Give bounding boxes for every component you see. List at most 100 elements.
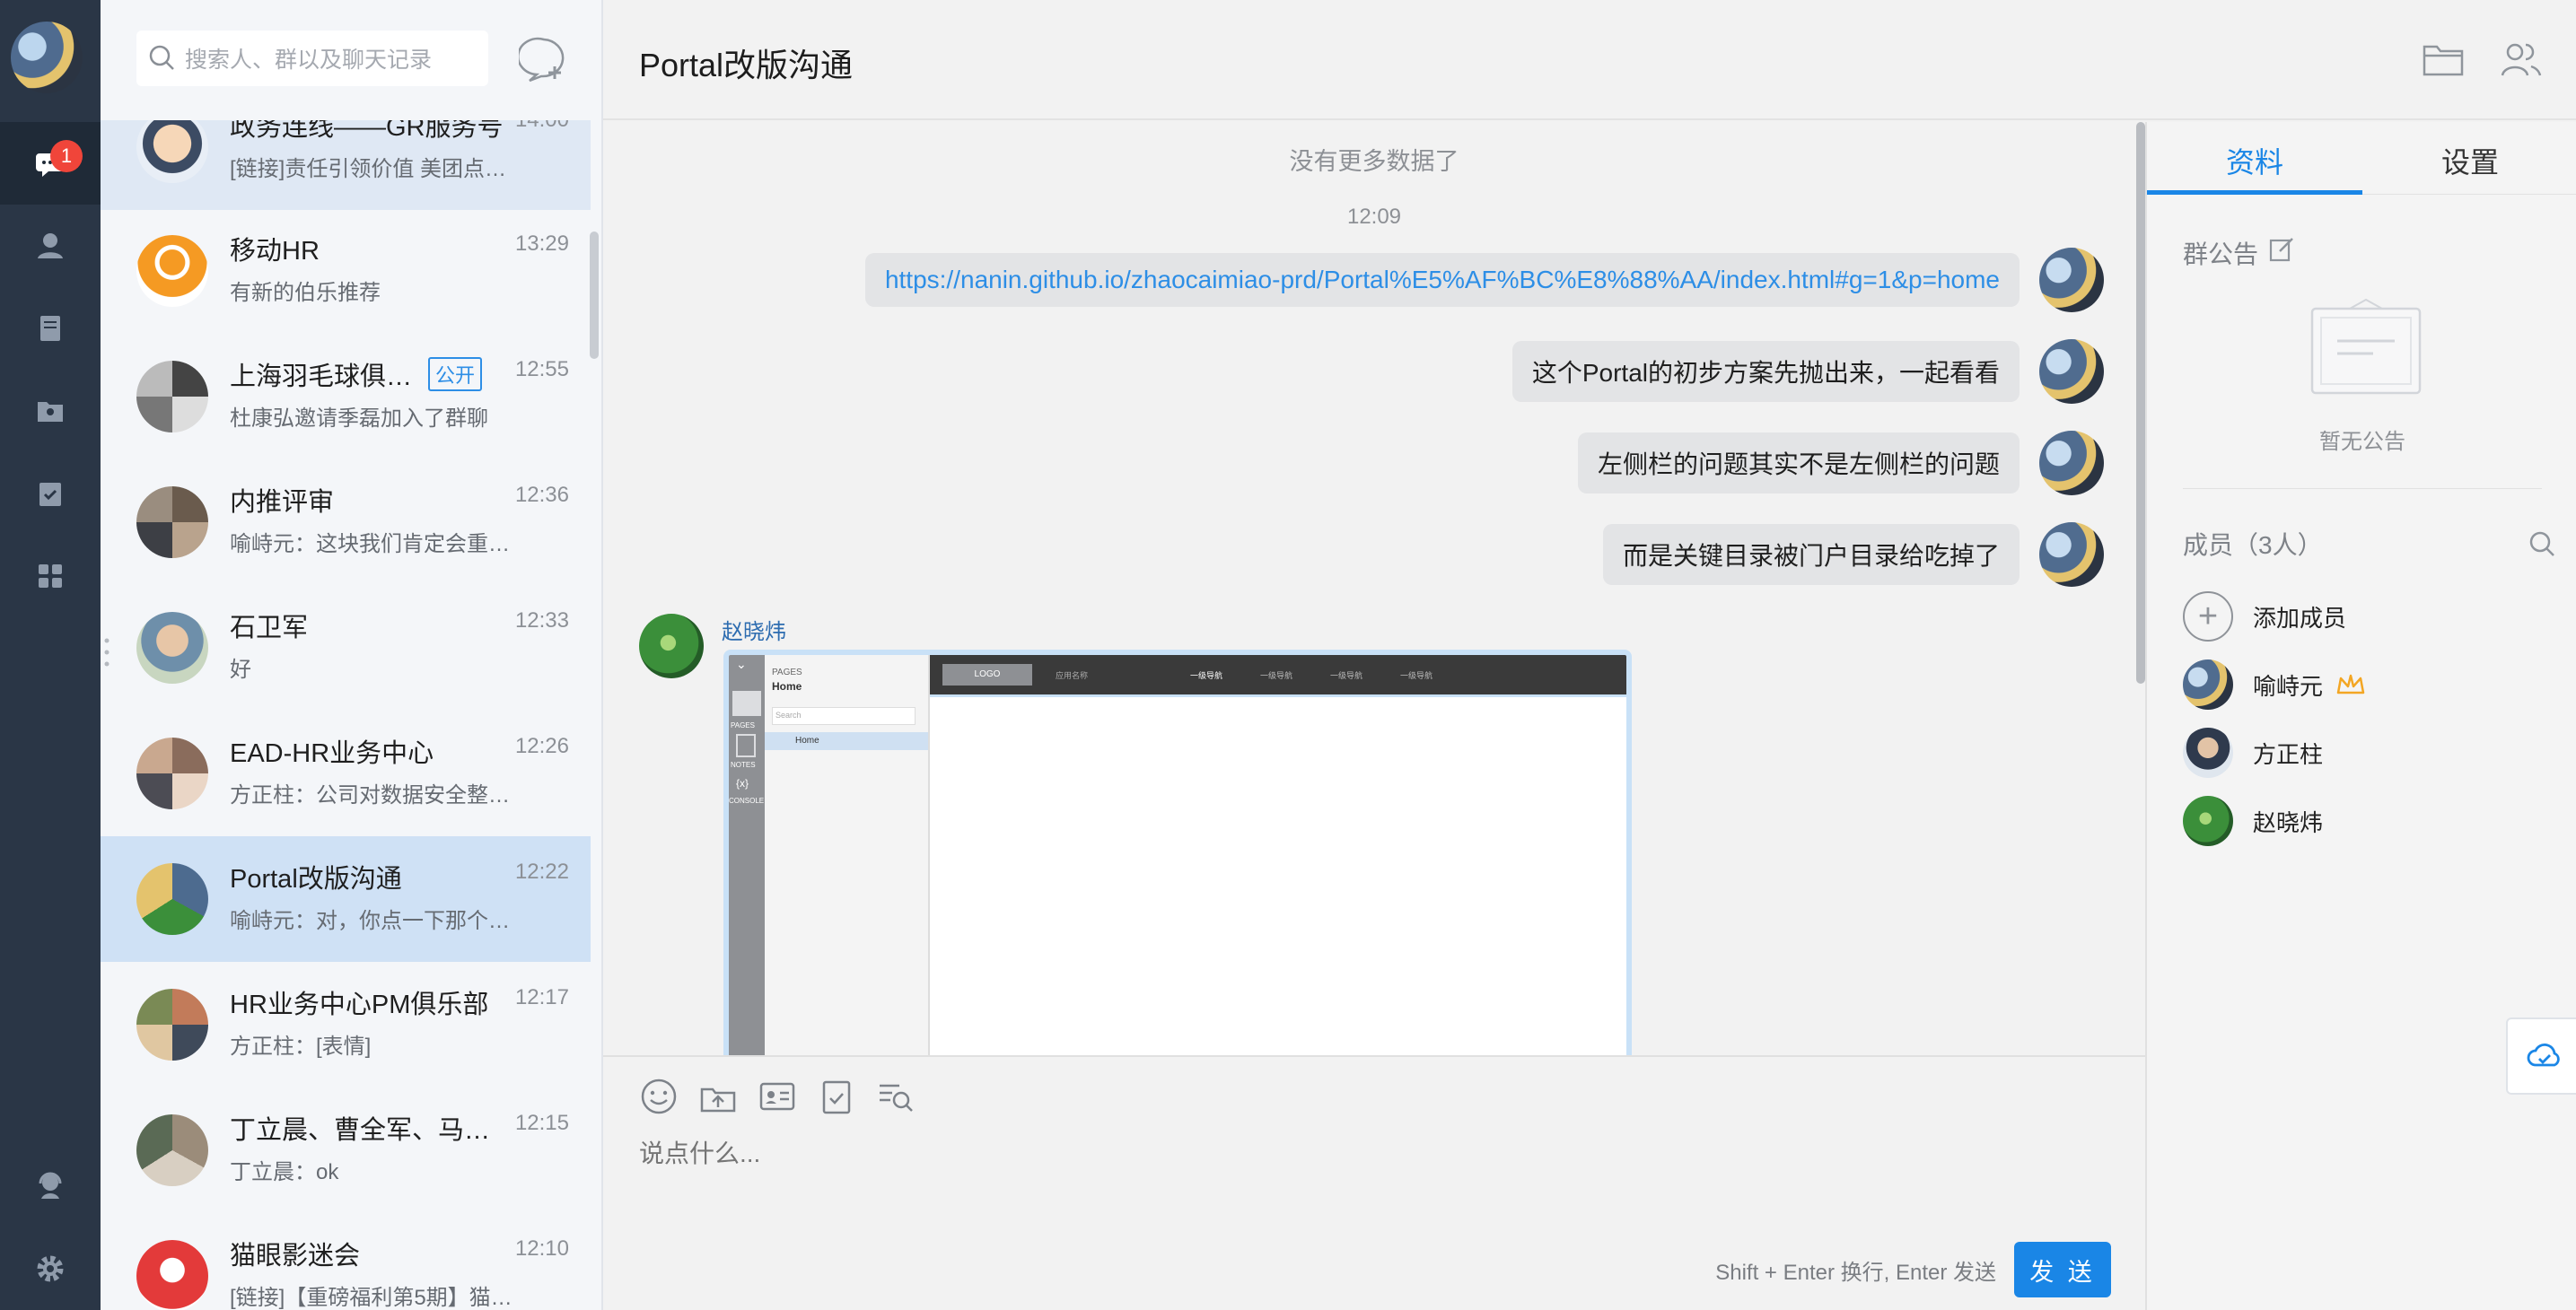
conversation-preview: 丁立晨：ok xyxy=(230,1160,339,1184)
message-area[interactable]: 没有更多数据了 12:09 https://nanin.github.io/zh… xyxy=(603,122,2145,1055)
cloud-sync-button[interactable] xyxy=(2506,1017,2576,1095)
cloud-check-icon xyxy=(2527,1043,2560,1067)
sender-avatar[interactable] xyxy=(2039,431,2104,495)
message-input[interactable] xyxy=(639,1140,2075,1168)
group-info-panel: 资料 设置 群公告 暂无公告 成员（3人） + 添加成员 喻峙元 方正柱 赵晓炜 xyxy=(2145,122,2576,1310)
conversation-item[interactable]: 上海羽毛球俱… 公开 12:55 杜康弘邀请季磊加入了群聊 xyxy=(101,334,591,459)
search-box[interactable]: 搜索人、群以及聊天记录 xyxy=(136,31,488,86)
add-member-label: 添加成员 xyxy=(2253,604,2347,632)
nav-apps-button[interactable] xyxy=(0,535,101,617)
nav-support-button[interactable] xyxy=(0,1145,101,1227)
axure-side-strip: ⌄ PAGES NOTES {x} CONSOLE xyxy=(729,655,765,1055)
task-icon[interactable] xyxy=(817,1077,856,1116)
member-search-icon[interactable] xyxy=(2528,529,2558,560)
message-link[interactable]: https://nanin.github.io/zhaocaimiao-prd/… xyxy=(864,253,2020,307)
pages-side-label: PAGES xyxy=(731,721,755,729)
conversation-avatar xyxy=(136,486,208,558)
conversation-time: 12:10 xyxy=(514,1236,569,1261)
add-member-button[interactable]: + 添加成员 xyxy=(2183,590,2560,642)
business-card-icon[interactable] xyxy=(758,1077,797,1116)
nav-tasks-button[interactable] xyxy=(0,452,101,535)
conversation-name: 丁立晨、曹全军、马… xyxy=(230,1116,491,1145)
emoji-icon[interactable] xyxy=(639,1077,679,1116)
conversation-item-selected[interactable]: Portal改版沟通 12:22 喻峙元：对，你点一下那个… xyxy=(101,836,591,962)
message-row: 这个Portal的初步方案先抛出来，一起看看 xyxy=(1511,339,2104,404)
console-side-label: CONSOLE xyxy=(729,797,765,805)
nav-contacts-button[interactable] xyxy=(0,205,101,287)
nav-item: 一级导航 xyxy=(1400,671,1433,680)
send-hint: Shift + Enter 换行, Enter 发送 xyxy=(1715,1261,1996,1285)
message-row: 而是关键目录被门户目录给吃掉了 xyxy=(1602,522,2104,587)
conversation-item[interactable]: 猫眼影迷会 12:10 [链接]【重磅福利第5期】猫… xyxy=(101,1213,591,1310)
nav-item: 一级导航 xyxy=(1190,671,1223,680)
member-avatar xyxy=(2183,796,2233,846)
conversation-preview: 喻峙元：这块我们肯定会重… xyxy=(230,532,510,556)
nav-directory-button[interactable] xyxy=(0,370,101,452)
history-search-icon[interactable] xyxy=(876,1077,916,1116)
conversation-preview: 杜康弘邀请季磊加入了群聊 xyxy=(230,406,488,431)
no-announcement-label: 暂无公告 xyxy=(2319,430,2405,454)
group-members-icon[interactable] xyxy=(2497,36,2545,84)
upload-file-icon[interactable] xyxy=(698,1077,738,1116)
conversation-time: 13:29 xyxy=(514,231,569,256)
conversation-avatar xyxy=(136,111,208,183)
conversation-name: 内推评审 xyxy=(230,488,335,517)
page-item-home: Home xyxy=(765,732,928,750)
message-row: https://nanin.github.io/zhaocaimiao-prd/… xyxy=(864,248,2104,312)
plus-icon: + xyxy=(2183,591,2233,642)
conversation-item[interactable]: 移动HR 13:29 有新的伯乐推荐 xyxy=(101,208,591,334)
conversation-name: Portal改版沟通 xyxy=(230,865,402,894)
my-avatar[interactable] xyxy=(11,22,83,93)
edit-icon[interactable] xyxy=(2267,235,2296,264)
tab-info[interactable]: 资料 xyxy=(2147,140,2362,181)
resize-handle-icon[interactable] xyxy=(104,637,110,668)
chat-scrollbar[interactable] xyxy=(2136,122,2145,684)
conversation-name: HR业务中心PM俱乐部 xyxy=(230,991,489,1019)
sender-avatar[interactable] xyxy=(639,614,704,678)
message-bubble: 而是关键目录被门户目录给吃掉了 xyxy=(1602,524,2020,585)
new-chat-icon[interactable] xyxy=(519,34,569,84)
pages-icon xyxy=(732,691,761,716)
conversation-preview: 方正柱：公司对数据安全整… xyxy=(230,783,510,808)
conversation-avatar xyxy=(136,1240,208,1310)
conversation-time: 12:36 xyxy=(514,483,569,507)
conversation-item[interactable]: HR业务中心PM俱乐部 12:17 方正柱：[表情] xyxy=(101,962,591,1087)
send-button[interactable]: 发 送 xyxy=(2014,1242,2111,1297)
composer: Shift + Enter 换行, Enter 发送 发 送 xyxy=(603,1055,2145,1310)
nav-messages-button[interactable]: 1 xyxy=(0,122,101,205)
conversation-item[interactable]: 石卫军 12:33 好 xyxy=(101,585,591,711)
conversation-avatar xyxy=(136,361,208,432)
docs-icon xyxy=(40,316,60,341)
chat-title: Portal改版沟通 xyxy=(639,47,854,83)
crown-icon xyxy=(2336,674,2365,694)
sender-avatar[interactable] xyxy=(2039,248,2104,312)
conversation-item[interactable]: 内推评审 12:36 喻峙元：这块我们肯定会重… xyxy=(101,459,591,585)
sender-avatar[interactable] xyxy=(2039,339,2104,404)
nav-settings-button[interactable] xyxy=(0,1227,101,1310)
conversation-avatar xyxy=(136,612,208,684)
members-label: 成员（3人） xyxy=(2183,531,2323,559)
collapse-icon: ⌄ xyxy=(736,657,747,671)
search-placeholder: 搜索人、群以及聊天记录 xyxy=(185,48,433,73)
member-item[interactable]: 赵晓炜 xyxy=(2183,795,2560,847)
conversation-preview: [链接]【重磅福利第5期】猫… xyxy=(230,1286,513,1310)
home-title: Home xyxy=(772,680,802,693)
member-item[interactable]: 喻峙元 xyxy=(2183,659,2560,711)
conversation-item[interactable]: EAD-HR业务中心 12:26 方正柱：公司对数据安全整… xyxy=(101,711,591,836)
list-scrollbar[interactable] xyxy=(590,231,599,359)
nav-item: 一级导航 xyxy=(1330,671,1363,680)
conversation-name: EAD-HR业务中心 xyxy=(230,739,434,768)
directory-icon xyxy=(38,402,63,422)
sender-avatar[interactable] xyxy=(2039,522,2104,587)
tab-settings[interactable]: 设置 xyxy=(2362,140,2576,181)
conversation-avatar xyxy=(136,863,208,935)
conversation-preview: 好 xyxy=(230,658,251,682)
conversation-item[interactable]: 丁立晨、曹全军、马… 12:15 丁立晨：ok xyxy=(101,1087,591,1213)
image-message[interactable]: ⌄ PAGES NOTES {x} CONSOLE PAGES Home Sea… xyxy=(723,650,1632,1055)
nav-docs-button[interactable] xyxy=(0,287,101,370)
folder-icon[interactable] xyxy=(2420,36,2466,83)
nav-underline xyxy=(930,694,1626,697)
axure-pages-panel: PAGES Home Search Home xyxy=(765,655,930,1055)
member-item[interactable]: 方正柱 xyxy=(2183,727,2560,779)
conversation-time: 12:55 xyxy=(514,357,569,381)
